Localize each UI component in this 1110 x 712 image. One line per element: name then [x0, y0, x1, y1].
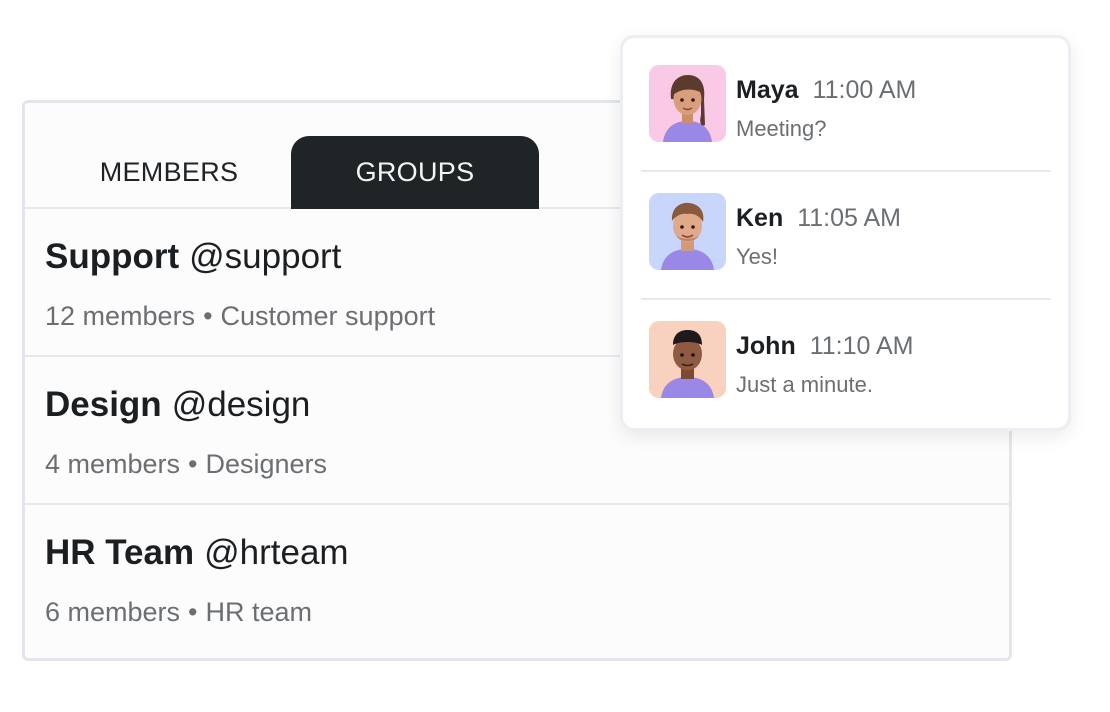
avatar-man-icon: [649, 193, 726, 270]
meta-separator: •: [203, 301, 213, 331]
avatar-woman-icon: [649, 65, 726, 142]
message-item[interactable]: Maya 11:00 AM Meeting?: [641, 58, 1051, 168]
group-description: Designers: [205, 449, 328, 479]
group-title: Design @design: [45, 385, 310, 425]
meta-separator: •: [188, 449, 198, 479]
group-name: Support: [45, 237, 180, 276]
message-header: Maya 11:00 AM: [736, 76, 916, 105]
tab-groups[interactable]: GROUPS: [291, 136, 539, 209]
avatar-man-icon: [649, 321, 726, 398]
group-description: Customer support: [220, 301, 436, 331]
group-meta: 6 members • HR team: [45, 597, 312, 628]
group-title: Support @support: [45, 237, 341, 277]
group-description: HR team: [205, 597, 313, 627]
group-handle: @hrteam: [204, 533, 349, 572]
group-handle: @support: [189, 237, 342, 276]
group-row-hrteam[interactable]: HR Team @hrteam 6 members • HR team: [25, 505, 1009, 653]
group-handle: @design: [171, 385, 311, 424]
message-item[interactable]: Ken 11:05 AM Yes!: [641, 186, 1051, 296]
group-member-count: 6 members: [45, 597, 181, 627]
divider: [641, 298, 1051, 300]
group-title: HR Team @hrteam: [45, 533, 349, 573]
group-name: Design: [45, 385, 162, 424]
message-time: 11:05 AM: [797, 204, 902, 232]
group-member-count: 4 members: [45, 449, 181, 479]
sender-name: Maya: [736, 76, 799, 104]
group-name: HR Team: [45, 533, 195, 572]
group-meta: 12 members • Customer support: [45, 301, 435, 332]
message-header: Ken 11:05 AM: [736, 204, 901, 233]
group-meta: 4 members • Designers: [45, 449, 327, 480]
sender-name: John: [736, 332, 796, 360]
group-member-count: 12 members: [45, 301, 196, 331]
stage: MEMBERS GROUPS Support @support 12 member…: [0, 0, 1110, 712]
divider: [641, 170, 1051, 172]
messages-popup: Maya 11:00 AM Meeting? Ken 11:05 AM Yes!…: [620, 35, 1071, 431]
message-header: John 11:10 AM: [736, 332, 914, 361]
message-item[interactable]: John 11:10 AM Just a minute.: [641, 314, 1051, 424]
message-text: Yes!: [736, 244, 779, 269]
tab-members[interactable]: MEMBERS: [49, 136, 289, 209]
message-text: Meeting?: [736, 116, 827, 141]
message-time: 11:10 AM: [809, 332, 914, 360]
meta-separator: •: [188, 597, 198, 627]
sender-name: Ken: [736, 204, 784, 232]
message-time: 11:00 AM: [812, 76, 917, 104]
message-text: Just a minute.: [736, 372, 873, 397]
